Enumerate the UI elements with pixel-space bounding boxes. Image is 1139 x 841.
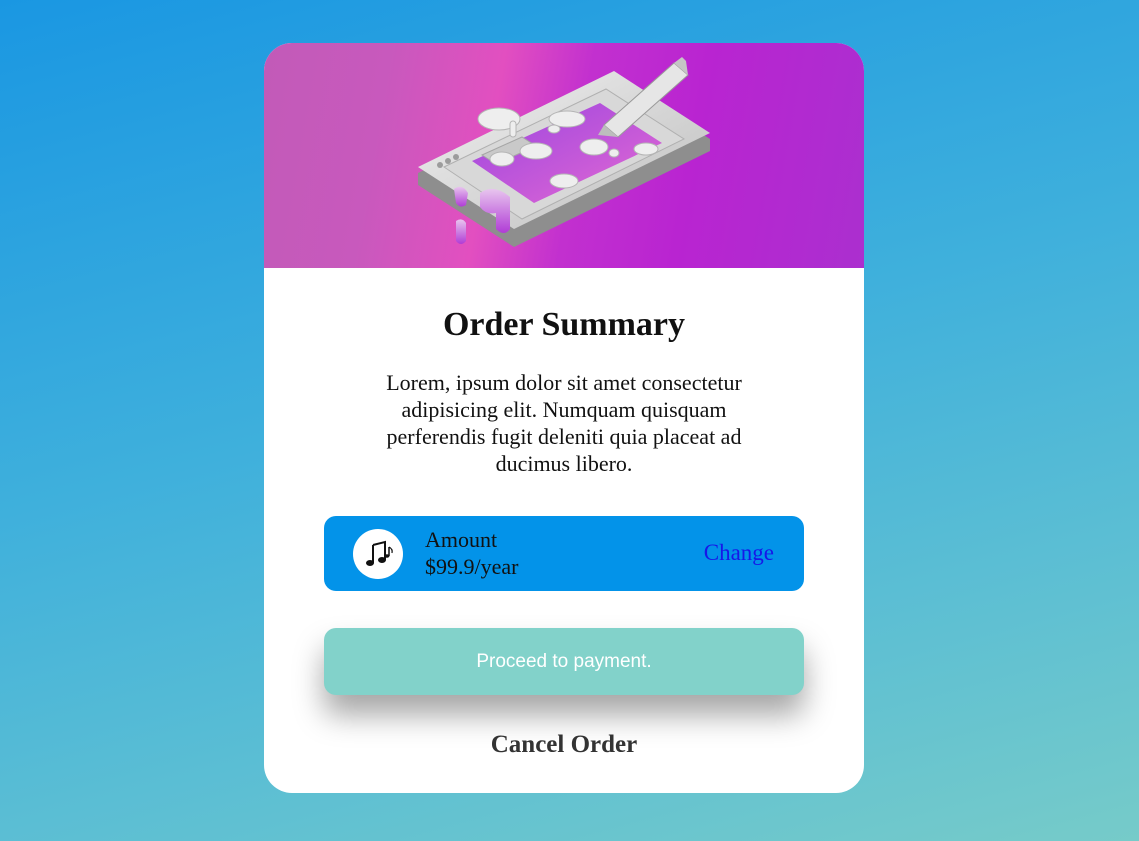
order-summary-card: Order Summary Lorem, ipsum dolor sit ame… (264, 43, 864, 793)
cancel-order-button[interactable]: Cancel Order (264, 731, 864, 759)
proceed-to-payment-button[interactable]: Proceed to payment. (324, 628, 804, 695)
plan-details: Amount $99.9/year (425, 526, 518, 580)
isometric-tablet-illustration (418, 57, 710, 247)
plan-price: $99.9/year (425, 554, 519, 579)
music-notes-icon (353, 529, 403, 579)
amount-label: Amount (425, 527, 498, 552)
change-plan-link[interactable]: Change (704, 539, 774, 567)
page-title: Order Summary (442, 306, 686, 343)
order-description: Lorem, ipsum dolor sit amet consectetur … (386, 370, 742, 476)
hero-banner (264, 43, 864, 268)
plan-summary: Amount $99.9/year Change (324, 516, 804, 591)
